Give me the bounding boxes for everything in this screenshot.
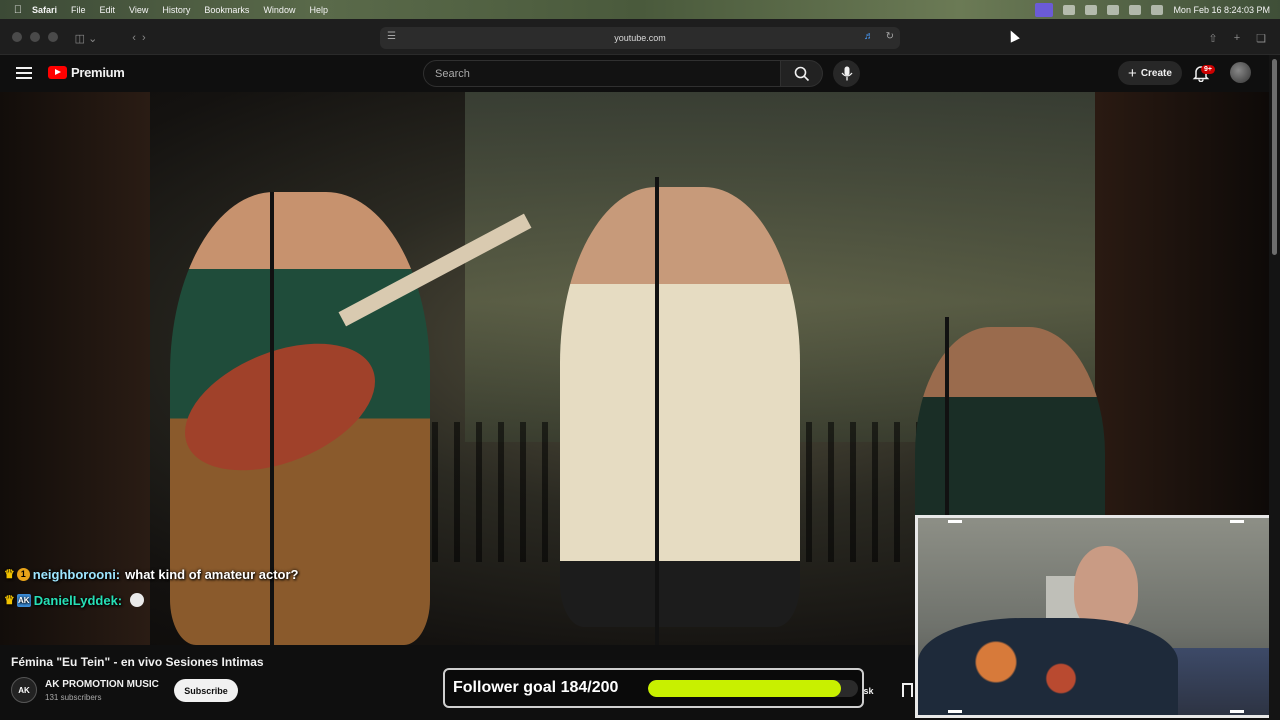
- zoom-window-button[interactable]: [48, 32, 58, 42]
- search-spotlight-icon[interactable]: [1129, 4, 1142, 15]
- follower-goal-widget: Follower goal 184/200: [443, 668, 864, 708]
- follower-goal-progress: [648, 680, 858, 697]
- menu-file[interactable]: File: [71, 5, 86, 15]
- menu-view[interactable]: View: [129, 5, 148, 15]
- sidebar-toggle-icon[interactable]: ◫ ⌄: [66, 28, 106, 48]
- frame-decoration: [1230, 710, 1244, 713]
- subscriber-count: 131 subscribers: [45, 693, 102, 702]
- create-label: Create: [1140, 67, 1172, 79]
- crown-icon: ♛: [4, 567, 15, 581]
- follower-goal-fill: [648, 680, 842, 697]
- webcam-overlay: [915, 515, 1277, 718]
- stream-chat-overlay: ♛ 1 neighborooni: what kind of amateur a…: [4, 561, 299, 613]
- clock[interactable]: Mon Feb 16 8:24:03 PM: [1173, 5, 1270, 15]
- search-icon: [794, 66, 809, 81]
- new-tab-icon[interactable]: +: [1228, 28, 1246, 48]
- menu-help[interactable]: Help: [309, 5, 328, 15]
- url-text: youtube.com: [614, 33, 666, 43]
- webcam-background: [1173, 648, 1274, 715]
- frame-decoration: [948, 710, 962, 713]
- video-performer: [560, 187, 800, 627]
- create-button[interactable]: + Create: [1118, 61, 1182, 85]
- video-title: Fémina "Eu Tein" - en vivo Sesiones Inti…: [11, 655, 264, 669]
- apple-icon[interactable]: : [12, 4, 24, 16]
- streamer-body: [918, 618, 1178, 715]
- back-forward-icon[interactable]: ‹ ›: [116, 28, 162, 48]
- minimize-window-button[interactable]: [30, 32, 40, 42]
- chat-message: ♛ 1 neighborooni: what kind of amateur a…: [4, 561, 299, 587]
- wifi-icon[interactable]: [1107, 4, 1120, 15]
- emote-icon: [130, 593, 145, 607]
- frame-decoration: [948, 520, 962, 523]
- reload-icon[interactable]: ↻: [886, 31, 894, 42]
- chat-badge: AK: [16, 593, 31, 607]
- menu-history[interactable]: History: [162, 5, 190, 15]
- youtube-brand: Premium: [71, 65, 125, 80]
- channel-avatar[interactable]: AK: [11, 677, 37, 703]
- voice-search-button[interactable]: [833, 60, 860, 87]
- window-controls: [12, 32, 58, 42]
- menu-safari[interactable]: Safari: [32, 5, 57, 15]
- menu-edit[interactable]: Edit: [100, 5, 116, 15]
- address-bar[interactable]: ☰ youtube.com ♬ ↻: [380, 27, 900, 49]
- close-window-button[interactable]: [12, 32, 22, 42]
- screen-share-icon[interactable]: [1035, 2, 1054, 17]
- youtube-logo[interactable]: Premium: [48, 65, 125, 80]
- status-area: Mon Feb 16 8:24:03 PM: [1035, 0, 1270, 19]
- tab-overview-icon[interactable]: ❏: [1252, 28, 1270, 48]
- microphone-icon: [841, 66, 852, 81]
- control-center-icon[interactable]: [1151, 4, 1164, 15]
- account-avatar[interactable]: [1230, 62, 1251, 83]
- menu-bookmarks[interactable]: Bookmarks: [204, 5, 249, 15]
- chat-badge: 1: [16, 567, 30, 581]
- frame-decoration: [1230, 520, 1244, 523]
- mic-stand: [655, 177, 659, 645]
- youtube-play-icon: [48, 66, 67, 79]
- app-status-icon[interactable]: [1063, 4, 1076, 15]
- channel-name[interactable]: AK PROMOTION MUSIC: [45, 679, 159, 690]
- page-scrollbar[interactable]: [1269, 55, 1280, 720]
- menu-icon[interactable]: [16, 67, 32, 79]
- audio-playing-icon[interactable]: ♬: [864, 31, 874, 42]
- menu-window[interactable]: Window: [263, 5, 295, 15]
- chat-message: ♛ AK DanielLyddek:: [4, 587, 299, 613]
- plus-icon: +: [1128, 64, 1137, 82]
- chat-username: DanielLyddek:: [33, 592, 123, 608]
- macos-menu-bar:  Safari File Edit View History Bookmark…: [0, 0, 1280, 19]
- follower-goal-label: Follower goal 184/200: [453, 679, 619, 696]
- search-button[interactable]: [781, 60, 823, 87]
- subscribe-button[interactable]: Subscribe: [174, 679, 238, 702]
- save-icon[interactable]: [902, 683, 913, 697]
- chat-username: neighborooni:: [32, 566, 121, 582]
- notification-badge: 9+: [1201, 65, 1215, 74]
- safari-toolbar: ◫ ⌄ ‹ › ☰ youtube.com ♬ ↻ ⇧ + ❏: [0, 19, 1280, 55]
- chat-text: what kind of amateur actor?: [125, 566, 299, 582]
- page-menu-icon[interactable]: ☰: [387, 31, 396, 42]
- scrollbar-thumb[interactable]: [1272, 59, 1277, 255]
- youtube-header: Premium Search + Create: [0, 55, 1280, 92]
- search-input[interactable]: Search: [423, 60, 781, 87]
- crown-icon: ♛: [4, 593, 15, 607]
- share-icon[interactable]: ⇧: [1204, 28, 1222, 48]
- battery-icon[interactable]: [1085, 4, 1098, 15]
